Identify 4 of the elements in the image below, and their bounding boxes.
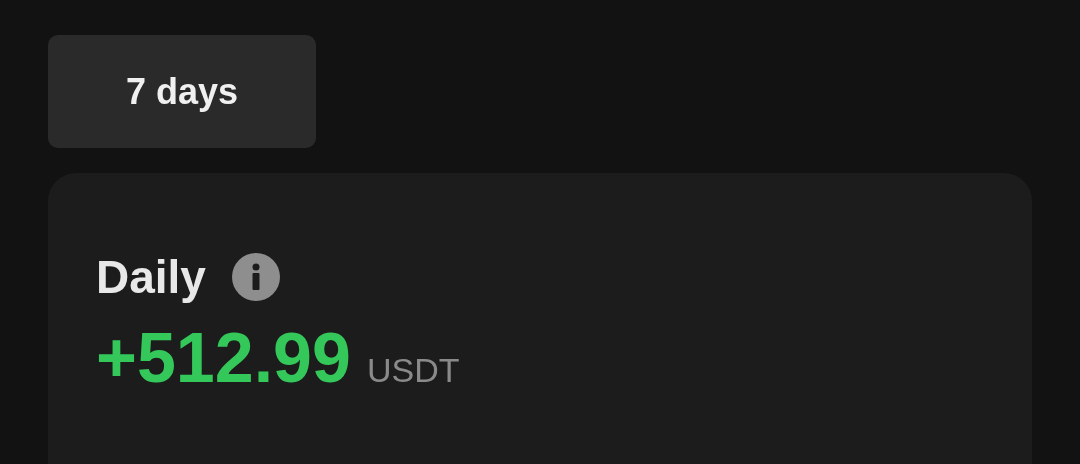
period-button[interactable]: 7 days xyxy=(48,35,316,148)
currency-unit: USDT xyxy=(367,353,460,387)
info-icon[interactable] xyxy=(231,253,280,301)
daily-profit-value: +512.99 xyxy=(96,323,351,393)
